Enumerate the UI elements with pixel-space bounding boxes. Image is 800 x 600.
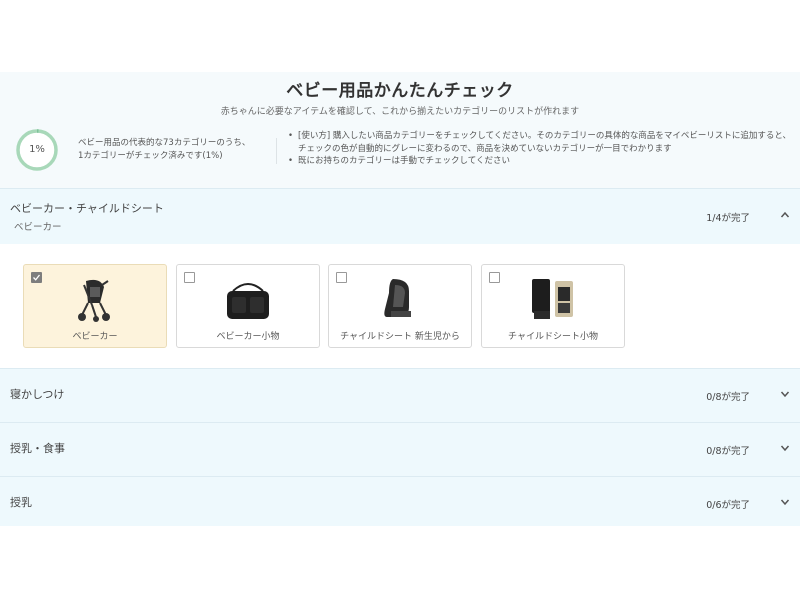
stroller-bag-icon xyxy=(227,283,269,319)
section-subtitle: ベビーカー xyxy=(14,222,62,233)
header-divider xyxy=(276,138,277,164)
chevron-down-icon[interactable] xyxy=(780,443,790,453)
item-card-car-seat-newborn[interactable]: チャイルドシート 新生児から xyxy=(328,264,472,348)
page-subtitle: 赤ちゃんに必要なアイテムを確認して、これから揃えたいカテゴリーのリストが作れます xyxy=(220,107,580,117)
item-card-stroller[interactable]: ベビーカー xyxy=(23,264,167,348)
summary-line: ベビー用品の代表的な73カテゴリーのうち、 xyxy=(78,138,251,148)
section-title: ベビーカー・チャイルドシート xyxy=(10,202,164,215)
chevron-down-icon[interactable] xyxy=(780,389,790,399)
section-nursing[interactable]: 授乳 0/6が完了 xyxy=(0,476,800,526)
item-card-car-seat-accessories[interactable]: チャイルドシート小物 xyxy=(481,264,625,348)
item-checkbox[interactable] xyxy=(489,272,500,283)
seat-protector-icon xyxy=(532,279,573,319)
page-title: ベビー用品かんたんチェック xyxy=(286,81,514,101)
check-icon xyxy=(33,274,41,281)
section-progress: 0/6が完了 xyxy=(706,500,750,511)
item-label: チャイルドシート 新生児から xyxy=(340,332,460,342)
stroller-icon xyxy=(78,279,110,322)
item-checkbox[interactable] xyxy=(336,272,347,283)
progress-percent: 1% xyxy=(29,144,45,155)
car-seat-icon xyxy=(384,279,411,317)
usage-item: 既にお持ちのカテゴリーは手動でチェックしてください xyxy=(288,155,793,168)
section-progress: 1/4が完了 xyxy=(706,213,750,224)
usage-item: [使い方] 購入したい商品カテゴリーをチェックしてください。そのカテゴリーの具体… xyxy=(288,130,793,155)
item-label: チャイルドシート小物 xyxy=(508,332,598,342)
usage-instructions: [使い方] 購入したい商品カテゴリーをチェックしてください。そのカテゴリーの具体… xyxy=(288,130,793,168)
section-stroller-carseat[interactable]: ベビーカー・チャイルドシート ベビーカー 1/4が完了 xyxy=(0,188,800,245)
item-checkbox[interactable] xyxy=(184,272,195,283)
item-label: ベビーカー xyxy=(72,332,118,342)
summary-line: 1カテゴリーがチェック済みです(1%) xyxy=(78,151,223,161)
section-feeding-meals[interactable]: 授乳・食事 0/8が完了 xyxy=(0,422,800,477)
section-progress: 0/8が完了 xyxy=(706,392,750,403)
section-title: 授乳・食事 xyxy=(10,442,65,455)
progress-summary: ベビー用品の代表的な73カテゴリーのうち、 1カテゴリーがチェック済みです(1%… xyxy=(78,137,268,163)
chevron-up-icon[interactable] xyxy=(780,210,790,220)
section-title: 寝かしつけ xyxy=(10,388,65,401)
item-checkbox[interactable] xyxy=(31,272,42,283)
section-sleeping[interactable]: 寝かしつけ 0/8が完了 xyxy=(0,368,800,423)
section-progress: 0/8が完了 xyxy=(706,446,750,457)
item-card-stroller-accessories[interactable]: ベビーカー小物 xyxy=(176,264,320,348)
chevron-down-icon[interactable] xyxy=(780,497,790,507)
section-title: 授乳 xyxy=(10,496,32,509)
item-label: ベビーカー小物 xyxy=(216,332,280,342)
